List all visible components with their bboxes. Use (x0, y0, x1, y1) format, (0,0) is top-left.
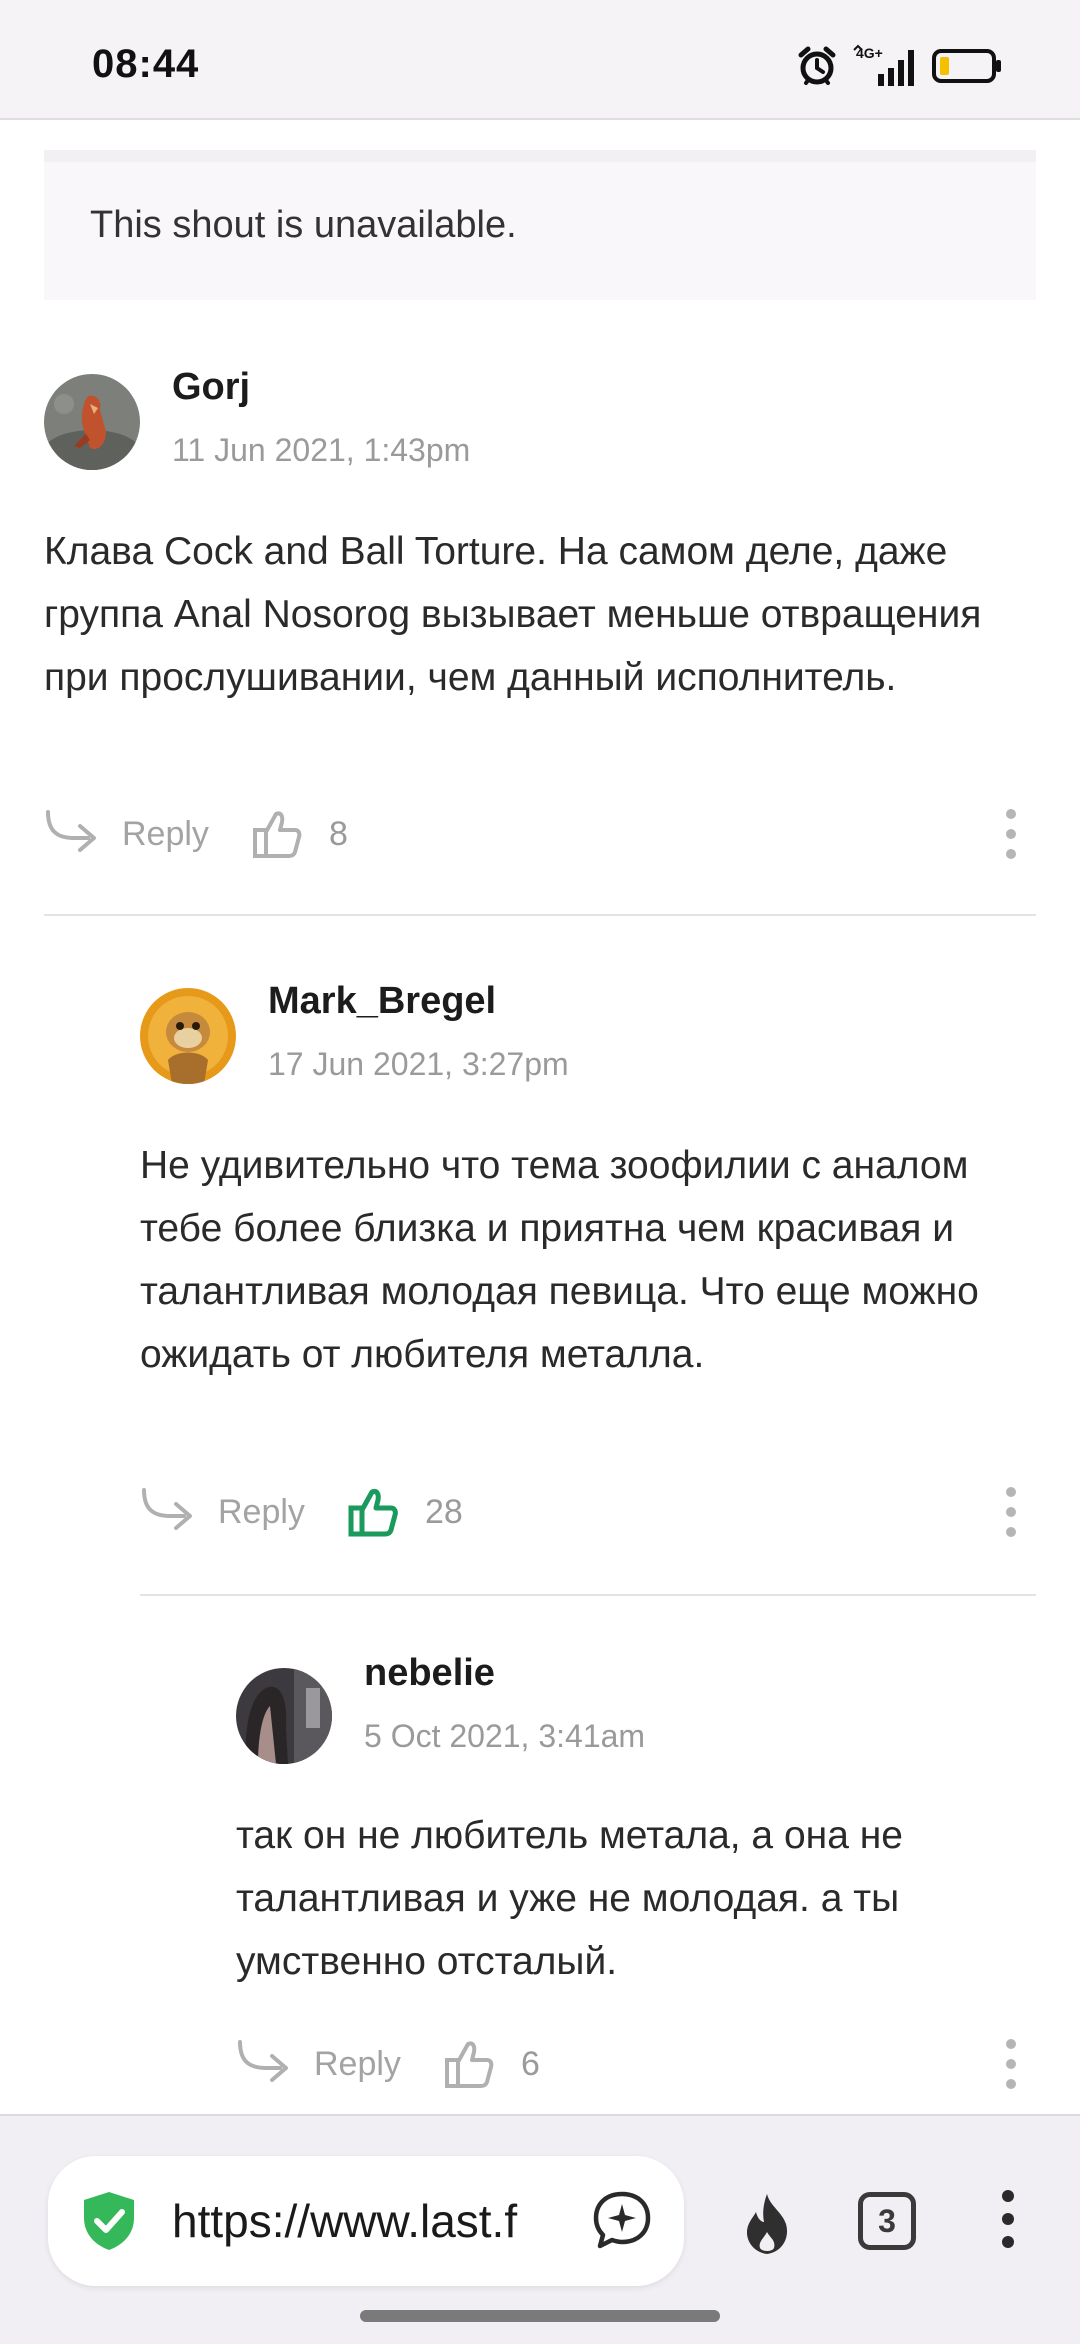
shout-actions: Reply 28 (140, 1482, 463, 1542)
tab-switcher-button[interactable]: 3 (858, 2192, 916, 2250)
unavailable-shout-notice: This shout is unavailable. (44, 150, 1036, 300)
author-name[interactable]: nebelie (364, 1652, 495, 1695)
ai-assistant-icon[interactable] (590, 2188, 654, 2252)
like-count: 6 (520, 2044, 540, 2083)
more-options-icon[interactable] (1003, 1486, 1019, 1538)
reply-button[interactable]: Reply (314, 2045, 401, 2084)
author-name[interactable]: Mark_Bregel (268, 980, 496, 1023)
like-count: 8 (328, 814, 348, 853)
avatar[interactable] (140, 988, 236, 1084)
reply-button[interactable]: Reply (218, 1493, 305, 1532)
url-text[interactable]: https://www.last.f (172, 2194, 612, 2248)
thumbs-up-icon[interactable] (251, 808, 303, 860)
shout-date[interactable]: 5 Oct 2021, 3:41am (364, 1718, 645, 1755)
4g-signal-icon: 4G+ (853, 44, 914, 86)
divider (140, 1594, 1036, 1596)
reply-icon[interactable] (44, 808, 100, 860)
avatar[interactable] (236, 1668, 332, 1764)
reply-icon[interactable] (236, 2038, 292, 2090)
avatar[interactable] (44, 374, 140, 470)
alarm-icon (798, 46, 836, 85)
more-options-icon[interactable] (1003, 2038, 1019, 2090)
status-icons: 4G+ (796, 44, 1002, 88)
shout-text: Клава Cock and Ball Torture. На самом де… (44, 530, 982, 699)
more-menu-icon[interactable] (998, 2188, 1018, 2250)
author-name[interactable]: Gorj (172, 366, 250, 409)
reply-icon[interactable] (140, 1486, 196, 1538)
reply-button[interactable]: Reply (122, 815, 209, 854)
divider (44, 914, 1036, 916)
shout-text: так он не любитель метала, а она не тала… (236, 1814, 903, 1983)
battery-icon (932, 49, 1001, 83)
shout-actions: Reply 6 (236, 2034, 540, 2094)
status-bar: 08:44 4G+ (0, 0, 1080, 120)
shout-actions: Reply 8 (44, 804, 348, 864)
shield-check-icon[interactable] (76, 2188, 142, 2254)
unavailable-shout-text: This shout is unavailable. (90, 204, 517, 246)
status-time: 08:44 (92, 42, 200, 86)
shout-date[interactable]: 11 Jun 2021, 1:43pm (172, 432, 470, 469)
comments-list: This shout is unavailable. Gorj 11 Jun 2… (0, 122, 1080, 2114)
fire-icon[interactable] (736, 2192, 798, 2256)
shout-date[interactable]: 17 Jun 2021, 3:27pm (268, 1046, 569, 1083)
shout-text: Не удивительно что тема зоофилии с анало… (140, 1144, 979, 1376)
thumbs-up-icon[interactable] (443, 2038, 495, 2090)
home-indicator[interactable] (360, 2310, 720, 2322)
more-options-icon[interactable] (1003, 808, 1019, 860)
thumbs-up-icon[interactable] (347, 1486, 399, 1538)
like-count: 28 (424, 1492, 463, 1531)
address-bar[interactable]: https://www.last.f (48, 2156, 684, 2286)
